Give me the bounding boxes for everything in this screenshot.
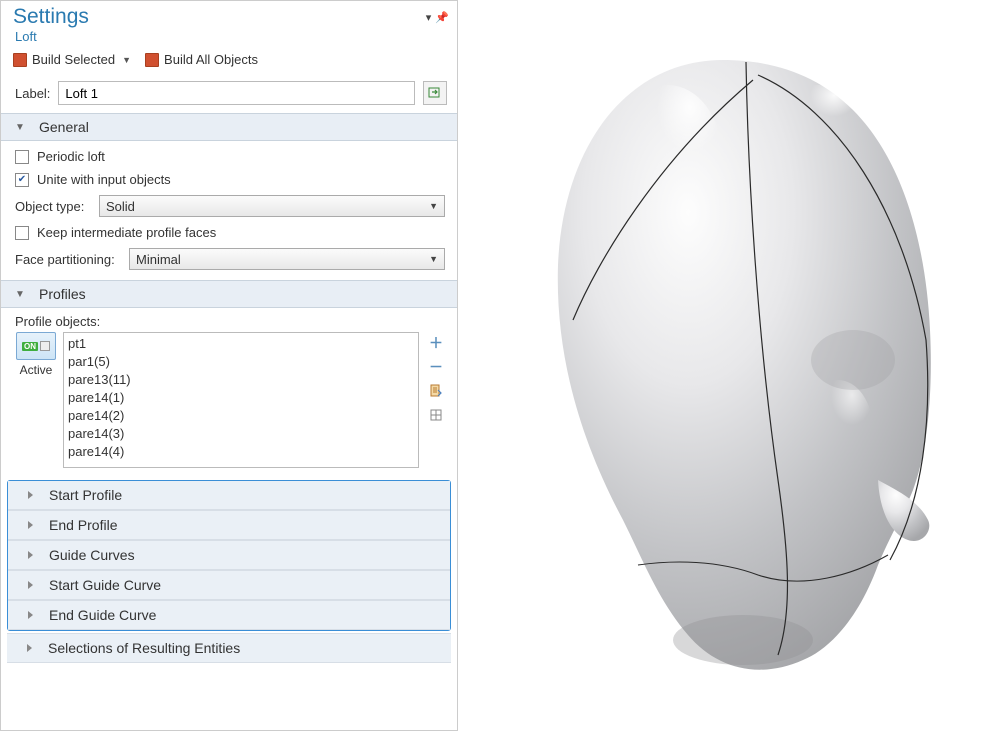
- chevron-down-icon: ▼: [122, 55, 131, 65]
- head-model-render: [458, 0, 991, 731]
- build-all-button[interactable]: Build All Objects: [145, 52, 258, 67]
- section-end-profile[interactable]: End Profile: [8, 510, 450, 540]
- keep-faces-row[interactable]: Keep intermediate profile faces: [15, 225, 445, 240]
- off-badge-icon: [40, 341, 50, 351]
- chevron-right-icon: [28, 581, 33, 589]
- periodic-loft-checkbox[interactable]: [15, 150, 29, 164]
- section-profiles-header[interactable]: ▼ Profiles: [1, 280, 457, 308]
- active-toggle-col: ON Active: [15, 332, 57, 468]
- chevron-down-icon: ▼: [15, 122, 25, 133]
- options-icon[interactable]: [427, 406, 445, 424]
- label-go-button[interactable]: [423, 81, 447, 105]
- remove-icon[interactable]: －: [427, 358, 445, 376]
- toolbar: Build Selected ▼ Build All Objects: [1, 48, 457, 73]
- guide-curves-label: Guide Curves: [49, 547, 135, 563]
- label-text: Label:: [15, 86, 50, 101]
- face-partitioning-select[interactable]: Minimal ▼: [129, 248, 445, 270]
- list-item[interactable]: pare14(3): [68, 425, 414, 443]
- section-profiles-title: Profiles: [39, 286, 86, 302]
- profile-objects-list[interactable]: pt1par1(5)pare13(11)pare14(1)pare14(2)pa…: [63, 332, 419, 468]
- end-profile-label: End Profile: [49, 517, 117, 533]
- list-item[interactable]: pare14(4): [68, 443, 414, 461]
- face-partitioning-row: Face partitioning: Minimal ▼: [15, 248, 445, 270]
- label-go-icon: [428, 86, 442, 100]
- paste-icon[interactable]: [427, 382, 445, 400]
- chevron-down-icon: ▼: [429, 201, 438, 211]
- section-start-guide-curve[interactable]: Start Guide Curve: [8, 570, 450, 600]
- build-selected-icon: [13, 53, 27, 67]
- add-icon[interactable]: ＋: [427, 334, 445, 352]
- keep-faces-checkbox[interactable]: [15, 226, 29, 240]
- section-general-header[interactable]: ▼ General: [1, 113, 457, 141]
- section-end-guide-curve[interactable]: End Guide Curve: [8, 600, 450, 630]
- panel-subtitle: Loft: [1, 29, 457, 48]
- active-toggle-label: Active: [20, 363, 53, 377]
- build-all-label: Build All Objects: [164, 52, 258, 67]
- start-profile-label: Start Profile: [49, 487, 122, 503]
- chevron-right-icon: [28, 611, 33, 619]
- on-badge: ON: [22, 342, 38, 351]
- periodic-loft-label: Periodic loft: [37, 149, 105, 164]
- section-profiles-body: Profile objects: ON Active pt1par1(5)par…: [1, 308, 457, 478]
- list-item[interactable]: pare14(1): [68, 389, 414, 407]
- header-icons: ▾ 📌: [426, 11, 449, 24]
- section-selections[interactable]: Selections of Resulting Entities: [7, 633, 451, 663]
- selections-label: Selections of Resulting Entities: [48, 640, 240, 656]
- settings-panel: Settings ▾ 📌 Loft Build Selected ▼ Build…: [0, 0, 458, 731]
- start-guide-curve-label: Start Guide Curve: [49, 577, 161, 593]
- unite-inputs-label: Unite with input objects: [37, 172, 171, 187]
- face-partitioning-label: Face partitioning:: [15, 252, 121, 267]
- chevron-right-icon: [28, 521, 33, 529]
- keep-faces-label: Keep intermediate profile faces: [37, 225, 216, 240]
- chevron-down-icon: ▼: [15, 289, 25, 300]
- active-toggle-button[interactable]: ON: [16, 332, 56, 360]
- chevron-right-icon: [28, 491, 33, 499]
- panel-title: Settings: [13, 5, 89, 29]
- section-start-profile[interactable]: Start Profile: [8, 481, 450, 510]
- build-all-icon: [145, 53, 159, 67]
- section-general-title: General: [39, 119, 89, 135]
- pin-icon[interactable]: 📌: [435, 11, 449, 24]
- 3d-viewport[interactable]: [458, 0, 991, 731]
- end-guide-curve-label: End Guide Curve: [49, 607, 156, 623]
- label-input[interactable]: [58, 81, 415, 105]
- face-partitioning-value: Minimal: [136, 252, 181, 267]
- list-item[interactable]: pare14(2): [68, 407, 414, 425]
- chevron-down-icon: ▼: [429, 254, 438, 264]
- list-item[interactable]: pare13(11): [68, 371, 414, 389]
- object-type-value: Solid: [106, 199, 135, 214]
- panel-options-dropdown-icon[interactable]: ▾: [426, 11, 432, 24]
- object-type-select[interactable]: Solid ▼: [99, 195, 445, 217]
- list-item[interactable]: par1(5): [68, 353, 414, 371]
- panel-header: Settings ▾ 📌: [1, 1, 457, 29]
- label-row: Label:: [1, 73, 457, 113]
- chevron-right-icon: [27, 644, 32, 652]
- highlighted-sections-group: Start Profile End Profile Guide Curves S…: [7, 480, 451, 631]
- unite-inputs-checkbox[interactable]: ✔: [15, 173, 29, 187]
- build-selected-button[interactable]: Build Selected ▼: [13, 52, 131, 67]
- unite-inputs-row[interactable]: ✔ Unite with input objects: [15, 172, 445, 187]
- build-selected-label: Build Selected: [32, 52, 115, 67]
- chevron-right-icon: [28, 551, 33, 559]
- list-item[interactable]: pt1: [68, 335, 414, 353]
- profile-list-tools: ＋ －: [425, 332, 447, 468]
- section-guide-curves[interactable]: Guide Curves: [8, 540, 450, 570]
- periodic-loft-row[interactable]: Periodic loft: [15, 149, 445, 164]
- section-general-body: Periodic loft ✔ Unite with input objects…: [1, 141, 457, 280]
- profile-objects-area: ON Active pt1par1(5)pare13(11)pare14(1)p…: [15, 332, 447, 468]
- object-type-row: Object type: Solid ▼: [15, 195, 445, 217]
- profile-objects-label: Profile objects:: [15, 314, 447, 329]
- object-type-label: Object type:: [15, 199, 91, 214]
